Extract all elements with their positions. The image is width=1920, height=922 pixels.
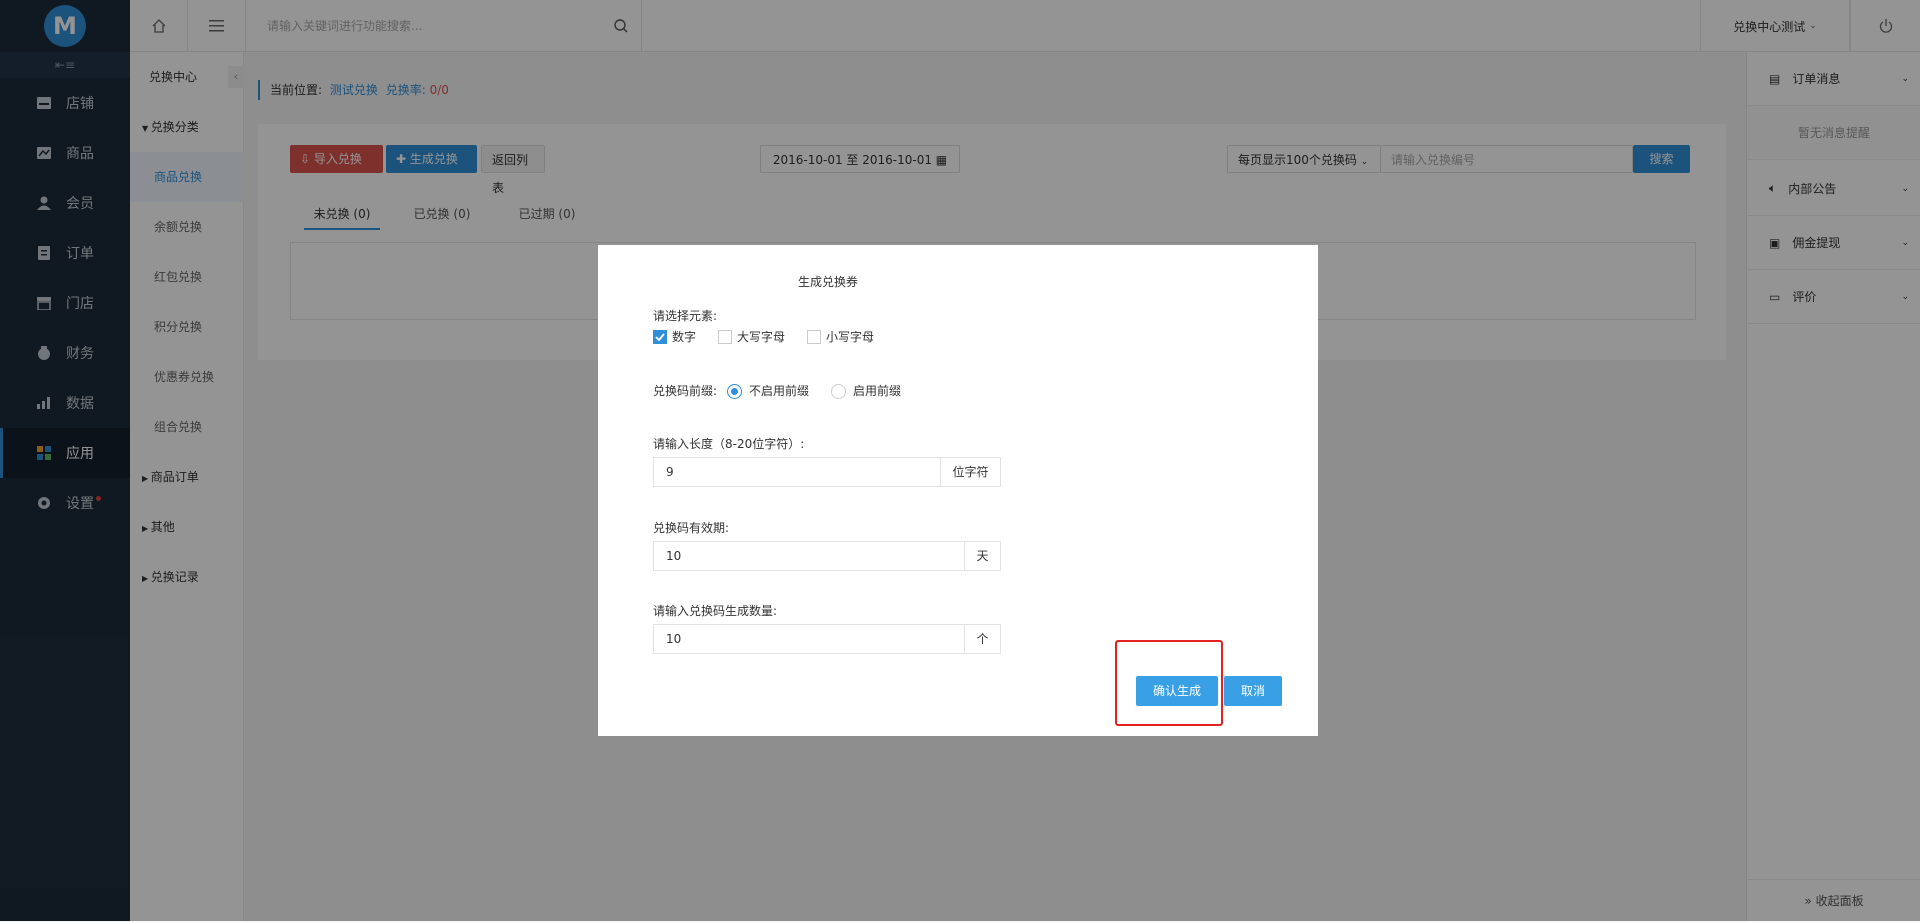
quantity-label: 请输入兑换码生成数量: bbox=[653, 604, 778, 618]
length-unit: 位字符 bbox=[941, 457, 1001, 487]
elements-label: 请选择元素: bbox=[653, 309, 718, 323]
checkbox-lowercase[interactable] bbox=[807, 330, 821, 344]
length-input[interactable]: 9 bbox=[653, 457, 941, 487]
quantity-unit: 个 bbox=[965, 624, 1001, 654]
validity-label: 兑换码有效期: bbox=[653, 521, 730, 535]
prefix-label: 兑换码前缀: bbox=[653, 384, 718, 398]
radio-prefix-off-label: 不启用前缀 bbox=[749, 384, 810, 398]
cancel-button[interactable]: 取消 bbox=[1224, 676, 1282, 706]
highlight-box bbox=[1115, 640, 1223, 726]
checkbox-digits[interactable] bbox=[653, 330, 667, 344]
radio-prefix-on-label: 启用前缀 bbox=[853, 384, 902, 398]
radio-prefix-on[interactable] bbox=[831, 384, 846, 399]
quantity-input[interactable]: 10 bbox=[653, 624, 965, 654]
validity-unit: 天 bbox=[965, 541, 1001, 571]
dialog-title: 生成兑换券 bbox=[798, 275, 859, 289]
checkbox-lowercase-label: 小写字母 bbox=[826, 330, 875, 344]
checkbox-digits-label: 数字 bbox=[672, 330, 697, 344]
validity-input[interactable]: 10 bbox=[653, 541, 965, 571]
radio-prefix-off[interactable] bbox=[727, 384, 742, 399]
checkbox-uppercase[interactable] bbox=[718, 330, 732, 344]
length-label: 请输入长度（8-20位字符）: bbox=[653, 437, 805, 451]
checkbox-uppercase-label: 大写字母 bbox=[737, 330, 786, 344]
